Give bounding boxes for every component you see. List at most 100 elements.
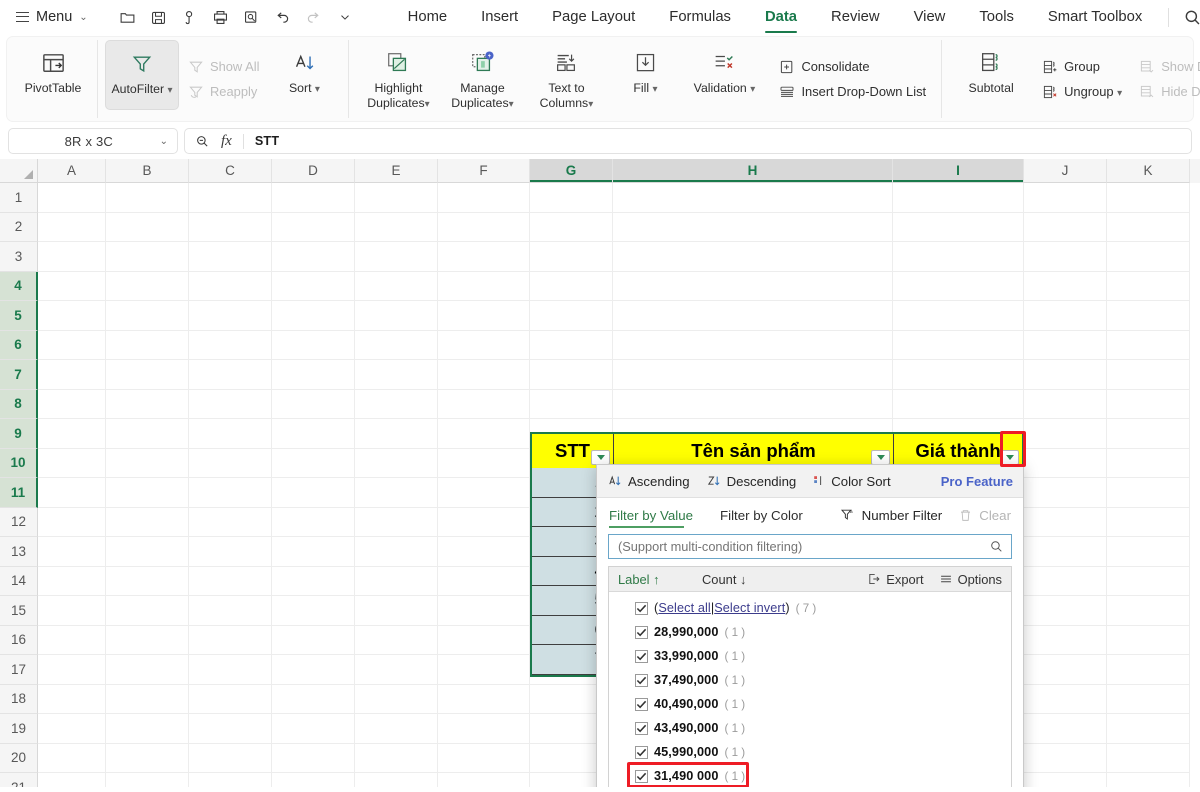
grid-cell[interactable] (106, 508, 189, 538)
filter-dropdown-ten-san-pham[interactable] (871, 450, 890, 465)
grid-cell[interactable] (438, 331, 530, 361)
grid-cell[interactable] (1024, 449, 1107, 479)
filter-dropdown-stt[interactable] (591, 450, 610, 465)
grid-cell[interactable] (1024, 655, 1107, 685)
grid-cell[interactable] (38, 478, 106, 508)
column-header-d[interactable]: D (272, 159, 355, 183)
column-header-i[interactable]: I (893, 159, 1024, 183)
grid-cell[interactable] (438, 478, 530, 508)
grid-cell[interactable] (272, 537, 355, 567)
tab-tools[interactable]: Tools (962, 4, 1031, 30)
subtotal-button[interactable]: Subtotal (949, 40, 1033, 118)
column-header-b[interactable]: B (106, 159, 189, 183)
grid-cell[interactable] (1107, 714, 1190, 744)
grid-cell[interactable] (355, 714, 438, 744)
grid-cell[interactable] (1024, 360, 1107, 390)
grid-cell[interactable] (38, 567, 106, 597)
search-icon[interactable] (989, 539, 1004, 554)
grid-cell[interactable] (530, 390, 613, 420)
tab-page-layout[interactable]: Page Layout (535, 4, 652, 30)
grid-cell[interactable] (1107, 744, 1190, 774)
grid-cell[interactable] (355, 390, 438, 420)
group-button[interactable]: Group (1035, 55, 1128, 78)
tab-review[interactable]: Review (814, 4, 897, 30)
chevron-down-icon[interactable] (331, 4, 359, 30)
open-folder-icon[interactable] (114, 4, 142, 30)
grid-cell[interactable] (893, 360, 1024, 390)
grid-cell[interactable] (1024, 714, 1107, 744)
grid-cell[interactable] (530, 301, 613, 331)
grid-cell[interactable] (1107, 478, 1190, 508)
filter-item[interactable]: 43,490,000 ( 1 ) (609, 716, 1011, 740)
color-sort-button[interactable]: Color Sort (812, 473, 890, 489)
grid-cell[interactable] (272, 596, 355, 626)
row-header-20[interactable]: 20 (0, 744, 38, 774)
grid-cell[interactable] (106, 301, 189, 331)
grid-cell[interactable] (438, 213, 530, 243)
grid-cell[interactable] (1107, 449, 1190, 479)
grid-cell[interactable] (438, 449, 530, 479)
row-header-7[interactable]: 7 (0, 360, 38, 390)
grid-cell[interactable] (38, 360, 106, 390)
grid-cell[interactable] (106, 773, 189, 787)
grid-cell[interactable] (38, 331, 106, 361)
grid-cell[interactable] (38, 626, 106, 656)
grid-cell[interactable] (38, 655, 106, 685)
grid-cell[interactable] (106, 449, 189, 479)
grid-cell[interactable] (355, 419, 438, 449)
text-to-columns-button[interactable]: Text toColumns▾ (524, 40, 608, 118)
grid-cell[interactable] (613, 272, 893, 302)
grid-cell[interactable] (272, 301, 355, 331)
grid-cell[interactable] (1024, 272, 1107, 302)
grid-cell[interactable] (438, 714, 530, 744)
grid-cell[interactable] (106, 390, 189, 420)
grid-cell[interactable] (1107, 773, 1190, 787)
print-preview-link-icon[interactable] (176, 4, 204, 30)
grid-cell[interactable] (438, 626, 530, 656)
grid-cell[interactable] (189, 331, 272, 361)
grid-cell[interactable] (272, 272, 355, 302)
grid-cell[interactable] (438, 508, 530, 538)
undo-icon[interactable] (269, 4, 297, 30)
grid-cell[interactable] (1024, 242, 1107, 272)
grid-cell[interactable] (1024, 301, 1107, 331)
chevron-down-icon[interactable]: ⌄ (160, 136, 168, 147)
grid-cell[interactable] (1107, 685, 1190, 715)
row-header-10[interactable]: 10 (0, 449, 38, 479)
grid-cell[interactable] (530, 213, 613, 243)
grid-cell[interactable] (106, 360, 189, 390)
grid-cell[interactable] (355, 567, 438, 597)
grid-cell[interactable] (613, 183, 893, 213)
grid-cell[interactable] (1024, 478, 1107, 508)
grid-cell[interactable] (530, 331, 613, 361)
row-header-16[interactable]: 16 (0, 626, 38, 656)
tab-home[interactable]: Home (391, 4, 464, 30)
tab-filter-by-value[interactable]: Filter by Value (609, 501, 702, 530)
grid-cell[interactable] (272, 331, 355, 361)
grid-cell[interactable] (272, 714, 355, 744)
grid-cell[interactable] (1024, 508, 1107, 538)
grid-cell[interactable] (530, 183, 613, 213)
tab-smart-toolbox[interactable]: Smart Toolbox (1031, 4, 1159, 30)
column-header-j[interactable]: J (1024, 159, 1107, 183)
row-header-14[interactable]: 14 (0, 567, 38, 597)
grid-cell[interactable] (613, 360, 893, 390)
grid-cell[interactable] (272, 655, 355, 685)
grid-cell[interactable] (189, 685, 272, 715)
menu-button[interactable]: Menu ⌄ (8, 6, 96, 28)
tab-data[interactable]: Data (748, 4, 814, 30)
grid-cell[interactable] (38, 390, 106, 420)
grid-cell[interactable] (1107, 596, 1190, 626)
grid-cell[interactable] (438, 567, 530, 597)
grid-cell[interactable] (1024, 773, 1107, 787)
grid-cell[interactable] (189, 272, 272, 302)
grid-cell[interactable] (1107, 655, 1190, 685)
grid-cell[interactable] (106, 478, 189, 508)
row-header-18[interactable]: 18 (0, 685, 38, 715)
grid-cell[interactable] (438, 183, 530, 213)
select-invert-link[interactable]: Select invert (714, 601, 785, 615)
grid-cell[interactable] (355, 655, 438, 685)
column-header-f[interactable]: F (438, 159, 530, 183)
grid-cell[interactable] (893, 242, 1024, 272)
sort-ascending-button[interactable]: Ascending (607, 473, 690, 489)
